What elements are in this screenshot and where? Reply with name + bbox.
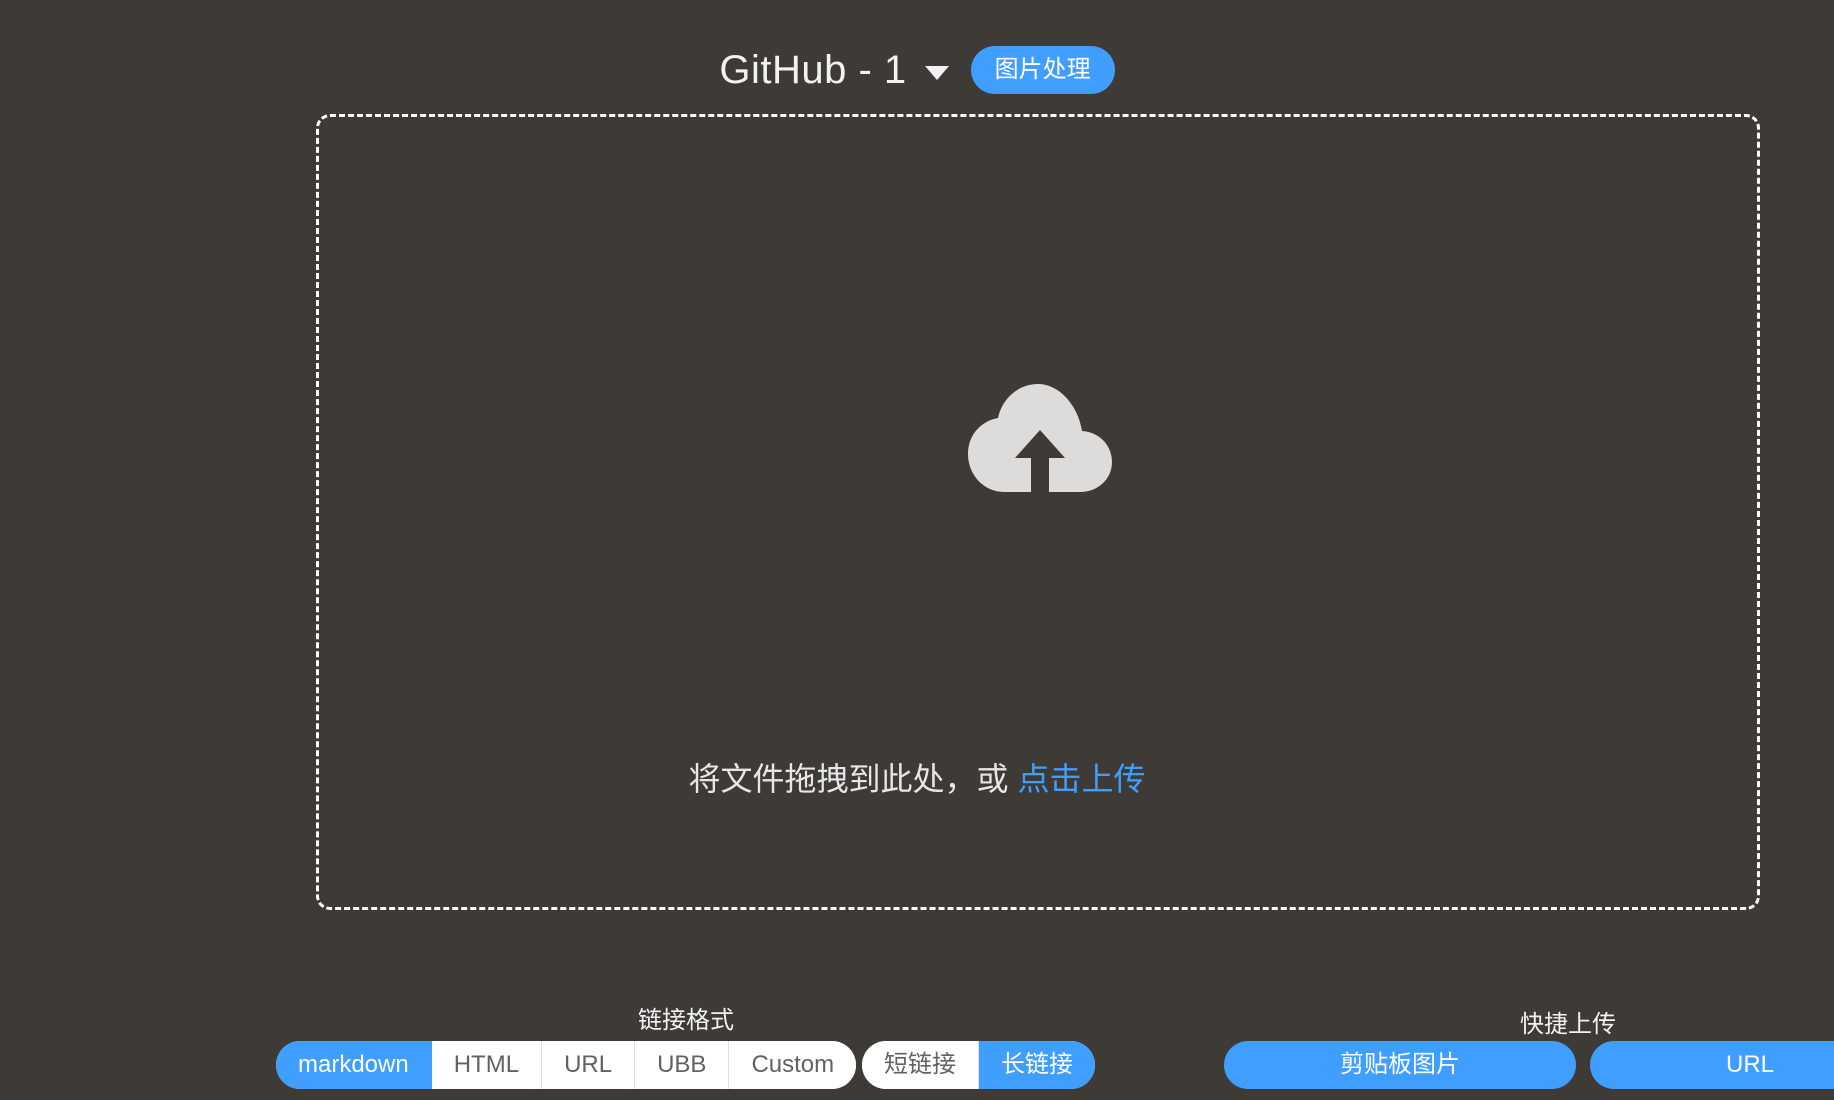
- link-length-group: 短链接 长链接: [862, 1041, 1095, 1089]
- format-option-ubb[interactable]: UBB: [635, 1041, 730, 1089]
- upload-header: GitHub - 1 图片处理: [0, 44, 1834, 96]
- upload-page: GitHub - 1 图片处理 将文件拖拽到此处，或 点击上传 链接格式 mar…: [0, 0, 1834, 1100]
- long-link-option[interactable]: 长链接: [979, 1041, 1095, 1089]
- format-option-custom[interactable]: Custom: [729, 1041, 857, 1089]
- image-process-button[interactable]: 图片处理: [970, 46, 1115, 94]
- picbed-name: GitHub - 1: [719, 47, 907, 92]
- format-option-markdown[interactable]: markdown: [276, 1041, 432, 1089]
- drop-hint-text: 将文件拖拽到此处，或: [688, 761, 1009, 797]
- caret-down-icon[interactable]: [924, 66, 949, 80]
- drop-instruction: 将文件拖拽到此处，或 点击上传: [0, 754, 1834, 800]
- format-option-url[interactable]: URL: [542, 1041, 636, 1089]
- cloud-upload-icon[interactable]: [968, 384, 1112, 492]
- short-link-option[interactable]: 短链接: [862, 1041, 979, 1089]
- quick-upload-title: 快捷上传: [1520, 1011, 1616, 1038]
- link-format-group: markdown HTML URL UBB Custom: [276, 1041, 857, 1089]
- click-upload-link[interactable]: 点击上传: [1017, 761, 1145, 797]
- picbed-selector[interactable]: GitHub - 1: [719, 47, 949, 93]
- link-format-title: 链接格式: [638, 1007, 734, 1034]
- url-upload-button[interactable]: URL: [1590, 1041, 1834, 1089]
- clipboard-upload-button[interactable]: 剪贴板图片: [1224, 1041, 1576, 1089]
- format-option-html[interactable]: HTML: [431, 1041, 543, 1089]
